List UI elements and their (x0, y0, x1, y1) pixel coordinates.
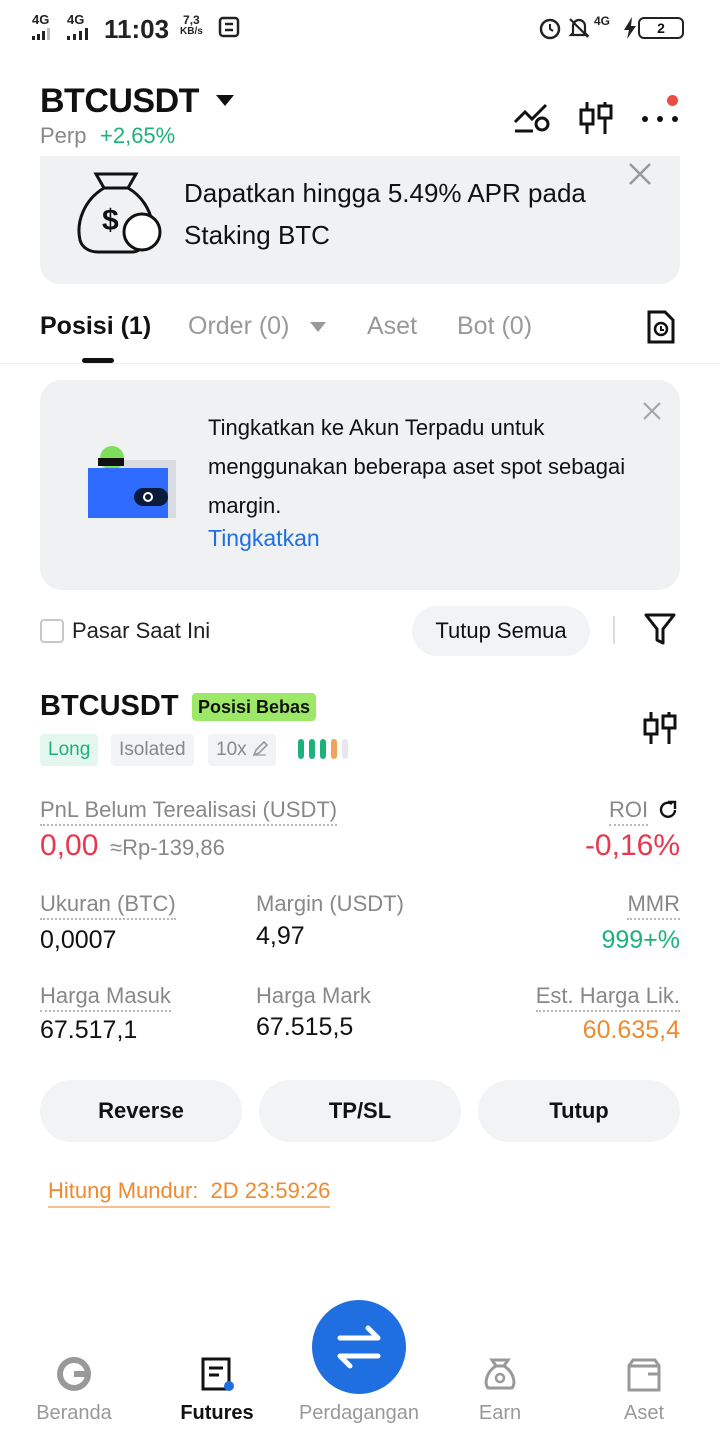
divider (613, 616, 615, 644)
roi-value: -0,16% (584, 829, 680, 862)
countdown-value: 2D 23:59:26 (210, 1178, 331, 1203)
caret-down-icon[interactable] (310, 322, 326, 332)
signal-icon (32, 27, 54, 45)
mark-price-label: Harga Mark (256, 983, 371, 1008)
futures-icon[interactable] (200, 1356, 236, 1397)
mute-icon (567, 16, 591, 45)
battery-icon: 2 (638, 17, 684, 39)
liq-price-label[interactable]: Est. Harga Lik. (535, 983, 680, 1012)
alarm-icon (538, 16, 562, 45)
active-tab-indicator (82, 358, 114, 363)
leverage-badge[interactable]: 10x (208, 734, 276, 766)
network-type-2: 4G (67, 12, 85, 27)
entry-price-label[interactable]: Harga Masuk (40, 983, 171, 1012)
funding-countdown[interactable]: Hitung Mundur: 2D 23:59:26 (48, 1178, 331, 1208)
tab-bots[interactable]: Bot (0) (457, 312, 532, 341)
close-icon[interactable] (628, 162, 652, 191)
edit-icon (252, 740, 269, 757)
close-icon[interactable] (642, 401, 662, 426)
pair-title[interactable]: BTCUSDT (40, 82, 199, 121)
current-market-label[interactable]: Pasar Saat Ini (72, 618, 210, 644)
money-bag-icon: $ (74, 166, 166, 261)
tab-orders[interactable]: Order (0) (188, 312, 289, 341)
mmr-value: 999+% (601, 926, 680, 954)
share-icon[interactable] (657, 799, 679, 826)
margin-label: Margin (USDT) (256, 891, 404, 916)
charging-icon (623, 17, 637, 44)
earn-icon[interactable] (482, 1356, 518, 1397)
upgrade-text: Tingkatkan ke Akun Terpadu untuk menggun… (208, 415, 626, 518)
upgrade-link[interactable]: Tingkatkan (208, 525, 320, 552)
margin-value[interactable]: 4,97 (256, 922, 305, 951)
status-bar: 4G 4G 11:03 7,3 KB/s 4G 2 (0, 0, 720, 56)
candlestick-icon[interactable] (642, 710, 678, 751)
nav-home[interactable]: Beranda (2, 1402, 146, 1425)
screenshot-icon (218, 16, 240, 43)
pnl-value: 0,00 (40, 829, 99, 862)
leverage-value: 10x (216, 739, 247, 760)
roi-label[interactable]: ROI (609, 797, 649, 826)
pnl-fiat-value: ≈Rp-139,86 (110, 835, 225, 860)
wallet-icon (86, 446, 178, 525)
history-icon[interactable] (646, 310, 676, 349)
signal-icon (67, 27, 97, 45)
mmr-label[interactable]: MMR (627, 891, 680, 920)
filter-icon[interactable] (644, 612, 676, 651)
position-mode-badge: Posisi Bebas (192, 693, 317, 721)
trade-button[interactable] (312, 1300, 406, 1394)
nav-earn[interactable]: Earn (428, 1402, 572, 1425)
pnl-label[interactable]: PnL Belum Terealisasi (USDT) (40, 797, 338, 826)
wallet-nav-icon[interactable] (626, 1358, 662, 1397)
nav-trade[interactable]: Perdagangan (287, 1402, 431, 1425)
nav-futures[interactable]: Futures (145, 1402, 289, 1425)
network-speed: 7,3 KB/s (180, 13, 203, 37)
network-type-3: 4G (594, 14, 611, 28)
position-tabs: Posisi (1) Order (0) Aset Bot (0) (0, 300, 720, 364)
notification-dot (667, 95, 678, 106)
liq-price-value: 60.635,4 (582, 1016, 680, 1044)
close-position-button[interactable]: Tutup (478, 1080, 680, 1142)
position-symbol[interactable]: BTCUSDT (40, 690, 179, 723)
reverse-button[interactable]: Reverse (40, 1080, 242, 1142)
perp-label: Perp (40, 123, 87, 148)
current-market-checkbox[interactable] (40, 619, 64, 643)
mark-price-value: 67.515,5 (256, 1013, 354, 1041)
entry-price-value: 67.517,1 (40, 1016, 138, 1044)
swap-icon (337, 1325, 381, 1369)
svg-text:$: $ (102, 204, 119, 237)
countdown-label: Hitung Mundur: (48, 1178, 199, 1203)
size-label[interactable]: Ukuran (BTC) (40, 891, 176, 920)
size-value: 0,0007 (40, 926, 117, 954)
home-icon[interactable] (56, 1356, 92, 1397)
more-icon[interactable] (640, 112, 680, 130)
network-type-1: 4G (32, 12, 50, 27)
tpsl-button[interactable]: TP/SL (259, 1080, 461, 1142)
caret-down-icon[interactable] (216, 95, 234, 106)
tab-assets[interactable]: Aset (367, 312, 417, 341)
candlestick-icon[interactable] (578, 100, 614, 141)
promo-text: Dapatkan hingga 5.49% APR pada Staking B… (184, 178, 586, 250)
nav-assets[interactable]: Aset (572, 1402, 716, 1425)
price-change: +2,65% (100, 123, 176, 148)
risk-level-indicator (298, 737, 356, 768)
tab-positions[interactable]: Posisi (1) (40, 312, 151, 341)
close-all-button[interactable]: Tutup Semua (412, 606, 590, 656)
clock: 11:03 (104, 14, 170, 44)
side-badge: Long (40, 734, 99, 766)
trend-icon[interactable] (512, 100, 552, 139)
margin-type-badge: Isolated (111, 734, 194, 766)
